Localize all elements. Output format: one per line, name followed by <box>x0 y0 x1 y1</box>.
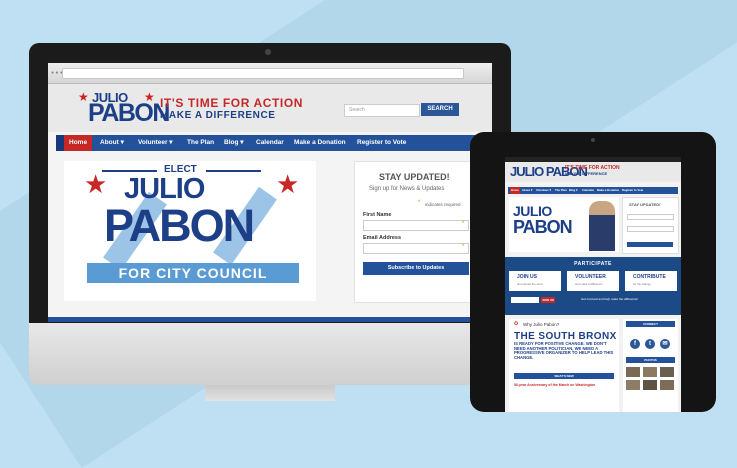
tablet-hero-banner[interactable]: JULIO PABON <box>509 197 619 252</box>
star-icon: ★ <box>84 169 108 199</box>
star-badge-icon: ✪ <box>514 321 519 327</box>
divider <box>102 170 157 172</box>
card-title: VOLUNTEER <box>575 274 606 280</box>
photo-thumbnail[interactable] <box>643 367 657 377</box>
tagline-primary: IT'S TIME FOR ACTION <box>160 96 304 110</box>
tablet-sidebar: CONNECT f t ✉ PHOTOS <box>623 319 678 412</box>
facebook-icon[interactable]: f <box>630 339 640 349</box>
imac-screen: ● ● ● ★ ★ JULIO PABON IT'S TIME FOR ACTI… <box>48 63 492 322</box>
tablet-nav-volunteer[interactable]: Volunteer ▾ <box>536 187 551 194</box>
card-subtitle: and make a difference <box>575 282 603 286</box>
imac-monitor: ● ● ● ★ ★ JULIO PABON IT'S TIME FOR ACTI… <box>29 43 511 323</box>
tablet-nav-about[interactable]: About ▾ <box>522 187 532 194</box>
twitter-icon[interactable]: t <box>645 339 655 349</box>
banner-council: FOR CITY COUNCIL <box>87 263 299 283</box>
card-subtitle: and spread the word <box>517 282 543 286</box>
tablet-first-name-field[interactable] <box>627 214 674 220</box>
required-note: indicates required <box>425 202 461 207</box>
required-icon: * <box>418 200 421 206</box>
tagline-secondary: MAKE A DIFFERENCE <box>160 110 276 121</box>
required-icon: * <box>462 221 465 227</box>
nav-blog[interactable]: Blog ▾ <box>224 135 244 151</box>
tablet-banner-last-name: PABON <box>513 217 573 237</box>
tablet-device: JULIO PABON IT'S TIME FOR ACTION MAKE A … <box>470 132 716 412</box>
subscribe-button[interactable]: Subscribe to Updates <box>363 262 469 275</box>
main-nav: Home About ▾ Volunteer ▾ The Plan Blog ▾… <box>64 135 476 151</box>
site-header: ★ ★ JULIO PABON IT'S TIME FOR ACTION MAK… <box>48 84 492 132</box>
whats-new-header: WHAT'S NEW <box>514 373 614 379</box>
imac-chin <box>29 323 511 385</box>
email-field[interactable] <box>363 243 469 254</box>
join-tagline: Get involved and help make the differenc… <box>581 297 639 301</box>
photo-thumbnail[interactable] <box>626 380 640 390</box>
signup-form: STAY UPDATED! Sign up for News & Updates… <box>354 161 484 303</box>
camera-dot <box>591 138 595 142</box>
tablet-email-field[interactable] <box>627 226 674 232</box>
card-title: CONTRIBUTE <box>633 274 666 280</box>
tablet-nav-donation[interactable]: Make a Donation <box>597 187 619 194</box>
banner-last-name: PABON <box>104 200 255 251</box>
photos-header: PHOTOS <box>626 357 675 363</box>
post-title-link[interactable]: 50-year Anniversary of the March on Wash… <box>514 383 595 387</box>
nav-donation[interactable]: Make a Donation <box>294 135 346 151</box>
nav-about[interactable]: About ▾ <box>100 135 124 151</box>
join-card[interactable]: JOIN US and spread the word <box>509 271 561 291</box>
tablet-header: JULIO PABON IT'S TIME FOR ACTION MAKE A … <box>505 162 681 182</box>
form-subtitle: Sign up for News & Updates <box>369 186 445 192</box>
nav-calendar[interactable]: Calendar <box>256 135 284 151</box>
nav-register[interactable]: Register to Vote <box>357 135 406 151</box>
volunteer-card[interactable]: VOLUNTEER and make a difference <box>567 271 619 291</box>
search-input[interactable]: Search <box>344 104 420 117</box>
participate-title: PARTICIPATE <box>574 261 612 267</box>
email-icon[interactable]: ✉ <box>660 339 670 349</box>
hero-banner[interactable]: ELECT ★ ★ JULIO PABON FOR CITY COUNCIL <box>64 161 316 301</box>
search-button[interactable]: SEARCH <box>421 103 459 116</box>
nav-home[interactable]: Home <box>64 135 93 151</box>
first-name-label: First Name <box>363 212 392 218</box>
logo-last-name[interactable]: PABON <box>88 99 170 128</box>
browser-toolbar: ● ● ● <box>48 63 492 84</box>
card-title: JOIN US <box>517 274 538 280</box>
south-bronx-text: IS READY FOR POSITIVE CHANGE. WE DON'T N… <box>514 341 614 360</box>
card-subtitle: for the change <box>633 282 651 286</box>
tablet-form-title: STAY UPDATED! <box>629 202 661 207</box>
nav-the-plan[interactable]: The Plan <box>187 135 214 151</box>
tablet-nav-home[interactable]: Home <box>510 187 520 194</box>
required-icon: * <box>462 244 465 250</box>
participate-section: PARTICIPATE JOIN US and spread the word … <box>505 257 681 315</box>
tablet-tagline-secondary: MAKE A DIFFERENCE <box>565 171 608 176</box>
tablet-signup-form: STAY UPDATED! <box>622 197 679 254</box>
tablet-nav-blog[interactable]: Blog ▾ <box>569 187 577 194</box>
photo-thumbnail[interactable] <box>643 380 657 390</box>
photo-thumbnail[interactable] <box>626 367 640 377</box>
tablet-screen: JULIO PABON IT'S TIME FOR ACTION MAKE A … <box>505 157 681 412</box>
address-bar[interactable] <box>62 68 464 79</box>
nav-volunteer[interactable]: Volunteer ▾ <box>138 135 173 151</box>
tablet-subscribe-button[interactable] <box>627 242 673 247</box>
tablet-nav: Home About ▾ Volunteer ▾ The Plan Blog ▾… <box>508 187 678 194</box>
email-label: Email Address <box>363 235 402 241</box>
photo-thumbnail[interactable] <box>660 380 674 390</box>
first-name-field[interactable] <box>363 220 469 231</box>
join-button[interactable]: JOIN US <box>541 297 555 303</box>
footer-strip <box>48 317 492 322</box>
camera-dot <box>265 49 271 55</box>
imac-stand <box>205 385 335 401</box>
tablet-nav-register[interactable]: Register to Vote <box>622 187 643 194</box>
contribute-card[interactable]: CONTRIBUTE for the change <box>625 271 677 291</box>
why-section: ✪ Why Julio Pabon? THE SOUTH BRONX IS RE… <box>509 319 619 412</box>
tablet-nav-plan[interactable]: The Plan <box>555 187 567 194</box>
join-email-input[interactable] <box>511 297 539 303</box>
why-label: Why Julio Pabon? <box>523 322 560 327</box>
tablet-nav-calendar[interactable]: Calendar <box>582 187 594 194</box>
candidate-photo <box>589 201 615 251</box>
star-icon: ★ <box>276 169 300 199</box>
divider <box>206 170 261 172</box>
form-title: STAY UPDATED! <box>379 172 450 182</box>
photo-thumbnail[interactable] <box>660 367 674 377</box>
connect-header: CONNECT <box>626 321 675 327</box>
